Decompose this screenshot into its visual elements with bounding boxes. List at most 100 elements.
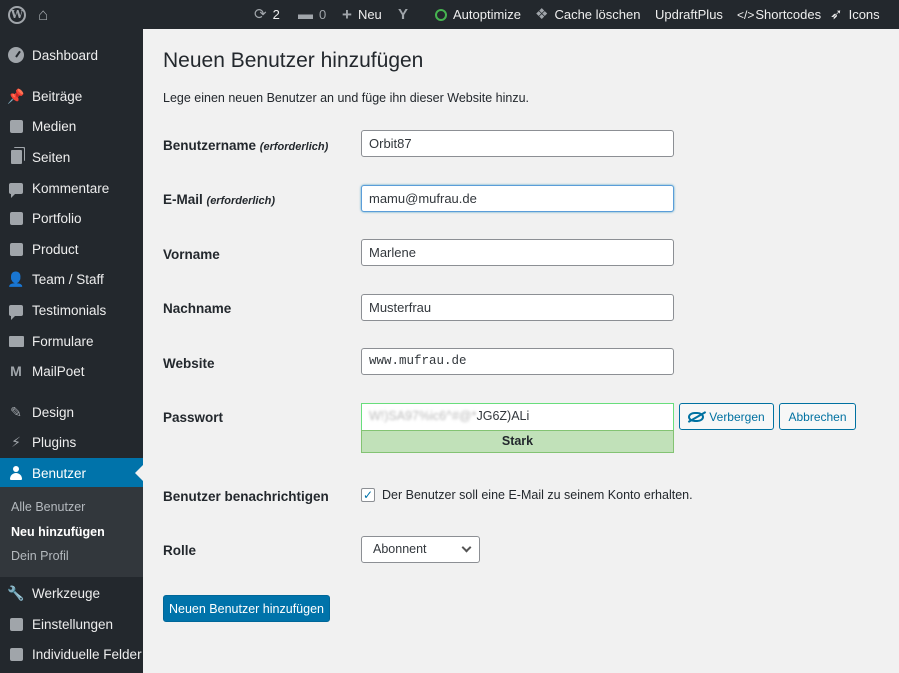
submenu-add-new[interactable]: Neu hinzufügen xyxy=(11,525,105,539)
media-icon xyxy=(8,118,24,134)
rocket-icon: ➶ xyxy=(830,6,843,23)
icons-link[interactable]: ➶ Icons xyxy=(830,0,880,29)
cache-label: Cache löschen xyxy=(554,7,641,22)
menu-design[interactable]: ✎ Design xyxy=(0,397,143,427)
cache-clear-link[interactable]: ❖ Cache löschen xyxy=(535,0,640,29)
fields-icon xyxy=(8,646,24,662)
menu-plugins[interactable]: ⚡ Plugins xyxy=(0,427,143,457)
notify-checkbox[interactable]: ✓ xyxy=(361,488,375,502)
lastname-label: Nachname xyxy=(163,301,232,316)
comment-icon: ▬ xyxy=(298,6,313,23)
menu-pages[interactable]: Seiten xyxy=(0,142,143,172)
page-title: Neuen Benutzer hinzufügen xyxy=(163,49,424,72)
wrench-icon: 🔧 xyxy=(7,584,25,601)
add-user-button[interactable]: Neuen Benutzer hinzufügen xyxy=(163,595,330,622)
menu-label: Formulare xyxy=(32,333,94,349)
role-selected-value: Abonnent xyxy=(373,542,427,556)
code-icon: </> xyxy=(737,7,755,22)
menu-label: Portfolio xyxy=(32,210,82,226)
hide-password-label: Verbergen xyxy=(709,409,765,424)
menu-forms[interactable]: Formulare xyxy=(0,326,143,356)
menu-portfolio[interactable]: Portfolio xyxy=(0,203,143,233)
mailpoet-icon: M xyxy=(10,363,22,379)
menu-label: Beiträge xyxy=(32,88,83,104)
password-visible-part: JG6Z)ALi xyxy=(476,409,530,423)
comments-link[interactable]: ▬ 0 xyxy=(298,0,326,29)
menu-label: Team / Staff xyxy=(32,271,104,287)
home-icon[interactable]: ⌂ xyxy=(38,0,48,29)
dashboard-icon xyxy=(8,47,24,63)
shortcodes-link[interactable]: </> Shortcodes xyxy=(737,0,821,29)
menu-product[interactable]: Product xyxy=(0,234,143,264)
menu-media[interactable]: Medien xyxy=(0,111,143,141)
comments-count: 0 xyxy=(319,7,327,22)
password-strength-meter: Stark xyxy=(361,430,674,453)
users-submenu: Alle Benutzer Neu hinzufügen Dein Profil xyxy=(0,487,143,577)
updates-link[interactable]: ⟳ 2 xyxy=(254,0,280,29)
envelope-icon xyxy=(8,333,24,349)
menu-testimonials[interactable]: Testimonials xyxy=(0,295,143,325)
brush-icon: ✎ xyxy=(10,403,22,420)
shortcodes-label: Shortcodes xyxy=(755,7,822,22)
menu-posts[interactable]: 📌 Beiträge xyxy=(0,81,143,111)
menu-tools[interactable]: 🔧 Werkzeuge xyxy=(0,578,143,608)
admin-bar: W ⌂ ⟳ 2 ▬ 0 + Neu Y Autoptimize ❖ Cache … xyxy=(0,0,899,29)
updraft-label: UpdraftPlus xyxy=(655,7,723,22)
testimonial-icon xyxy=(8,302,24,320)
password-group: W!)SA97%ic6^#@*JG6Z)ALi Stark xyxy=(361,403,674,453)
required-note: (erforderlich) xyxy=(259,141,329,153)
menu-label: Seiten xyxy=(32,149,71,165)
firstname-label: Vorname xyxy=(163,247,220,262)
submenu-profile[interactable]: Dein Profil xyxy=(11,549,69,563)
submenu-all-users[interactable]: Alle Benutzer xyxy=(11,500,85,514)
wordpress-logo-icon[interactable]: W xyxy=(8,0,26,29)
role-select[interactable]: Abonnent xyxy=(361,536,480,563)
password-label: Passwort xyxy=(163,410,224,425)
icons-label: Icons xyxy=(848,7,880,22)
comment-icon xyxy=(8,180,24,198)
updraftplus-link[interactable]: UpdraftPlus xyxy=(655,0,723,29)
menu-label: Plugins xyxy=(32,434,77,450)
admin-sidebar: Dashboard 📌 Beiträge Medien Seiten Kommen… xyxy=(0,29,143,673)
cancel-password-button[interactable]: Abbrechen xyxy=(779,403,856,430)
role-label: Rolle xyxy=(163,543,197,558)
menu-comments[interactable]: Kommentare xyxy=(0,173,143,203)
required-note: (erforderlich) xyxy=(206,195,275,207)
menu-custom-fields[interactable]: Individuelle Felder xyxy=(0,639,143,669)
menu-label: Dashboard xyxy=(32,47,99,63)
checkmark-icon: ✓ xyxy=(362,488,374,502)
menu-settings[interactable]: Einstellungen xyxy=(0,609,143,639)
main-content: Neuen Benutzer hinzufügen Lege einen neu… xyxy=(143,29,899,673)
menu-users[interactable]: Benutzer xyxy=(0,458,143,488)
menu-label: Benutzer xyxy=(32,465,87,481)
notify-label: Benutzer benachrichtigen xyxy=(163,489,329,504)
new-content-link[interactable]: + Neu xyxy=(342,0,382,29)
plugin-icon: ⚡ xyxy=(11,433,21,450)
menu-team-staff[interactable]: 👤 Team / Staff xyxy=(0,264,143,294)
status-ring-icon xyxy=(435,8,447,21)
notify-checkbox-label[interactable]: Der Benutzer soll eine E-Mail zu seinem … xyxy=(382,488,693,502)
menu-label: Product xyxy=(32,241,79,257)
cheetah-icon: ❖ xyxy=(535,6,549,23)
firstname-field[interactable]: Marlene xyxy=(361,239,674,266)
username-field[interactable]: Orbit87 xyxy=(361,130,674,157)
menu-mailpoet[interactable]: M MailPoet xyxy=(0,356,143,386)
autoptimize-link[interactable]: Autoptimize xyxy=(435,0,521,29)
email-field[interactable]: mamu@mufrau.de xyxy=(361,185,674,212)
website-field[interactable]: www.mufrau.de xyxy=(361,348,674,375)
website-label: Website xyxy=(163,356,215,371)
team-icon: 👤 xyxy=(7,270,25,287)
menu-label: MailPoet xyxy=(32,363,85,379)
password-field[interactable]: W!)SA97%ic6^#@*JG6Z)ALi xyxy=(361,403,674,430)
menu-label: Werkzeuge xyxy=(32,585,101,601)
lastname-field[interactable]: Musterfrau xyxy=(361,294,674,321)
menu-dashboard[interactable]: Dashboard xyxy=(0,40,143,70)
menu-label: Design xyxy=(32,404,75,420)
yoast-icon[interactable]: Y xyxy=(398,0,408,29)
user-icon xyxy=(8,465,24,481)
eye-slash-icon xyxy=(688,411,705,422)
hide-password-button[interactable]: Verbergen xyxy=(679,403,774,430)
menu-label: Einstellungen xyxy=(32,616,114,632)
menu-label: Testimonials xyxy=(32,302,107,318)
menu-label: Medien xyxy=(32,118,77,134)
